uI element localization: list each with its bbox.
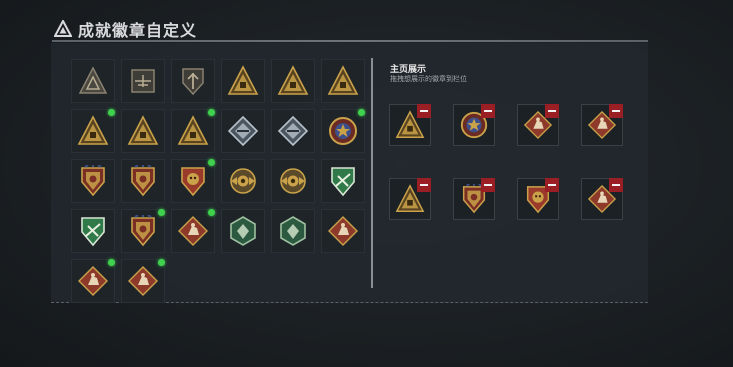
homepage-slot[interactable] — [453, 178, 495, 220]
new-indicator-dot — [208, 159, 215, 166]
arrow-shield-badge-icon — [177, 65, 209, 97]
minus-icon — [420, 110, 428, 112]
new-indicator-dot — [158, 209, 165, 216]
badge-cell[interactable] — [121, 209, 165, 253]
eagle-shield-badge-icon — [127, 215, 159, 247]
badge-cell[interactable] — [321, 109, 365, 153]
grenade-shield-badge-icon — [127, 165, 159, 197]
gun-hexagon-badge-icon — [227, 215, 259, 247]
badge-cell[interactable] — [71, 59, 115, 103]
page-title: 成就徽章自定义 — [78, 23, 198, 40]
hand-triangle-badge-icon — [277, 65, 309, 97]
badge-cell[interactable] — [171, 209, 215, 253]
badge-cell[interactable] — [271, 59, 315, 103]
squad-triangle-badge-icon — [127, 115, 159, 147]
skull-shield-badge-icon — [177, 165, 209, 197]
homepage-slot[interactable] — [581, 178, 623, 220]
new-indicator-dot — [108, 109, 115, 116]
badge-cell[interactable] — [171, 59, 215, 103]
badge-cell[interactable] — [271, 159, 315, 203]
rifle-diamond-badge-icon — [277, 115, 309, 147]
warning-triangle-icon — [54, 20, 72, 38]
new-indicator-dot — [158, 259, 165, 266]
homepage-slot[interactable] — [517, 104, 559, 146]
minus-icon — [484, 110, 492, 112]
badge-cell[interactable] — [221, 59, 265, 103]
badge-cell[interactable] — [121, 59, 165, 103]
runner-diamond-badge-icon — [177, 215, 209, 247]
title-bar: 成就徽章自定义 — [54, 18, 197, 40]
badge-cell[interactable] — [121, 159, 165, 203]
badge-cell[interactable] — [321, 59, 365, 103]
badge-cell[interactable] — [271, 209, 315, 253]
remove-badge-button[interactable] — [609, 178, 623, 192]
badge-cell[interactable] — [221, 209, 265, 253]
panel-divider — [371, 58, 373, 288]
eye-globe-badge-icon — [277, 165, 309, 197]
helicopter-badge-icon — [127, 65, 159, 97]
badge-cell[interactable] — [321, 159, 365, 203]
homepage-slot[interactable] — [453, 104, 495, 146]
remove-badge-button[interactable] — [417, 104, 431, 118]
badge-cell[interactable] — [171, 109, 215, 153]
homepage-slot[interactable] — [389, 104, 431, 146]
remove-badge-button[interactable] — [481, 104, 495, 118]
homepage-slot[interactable] — [389, 178, 431, 220]
cross-shield-badge-icon — [77, 215, 109, 247]
badge-cell[interactable] — [121, 109, 165, 153]
new-indicator-dot — [208, 209, 215, 216]
dog-diamond-badge-icon — [77, 265, 109, 297]
remove-badge-button[interactable] — [545, 178, 559, 192]
wings-globe-badge-icon — [227, 165, 259, 197]
beast-diamond-badge-icon — [327, 215, 359, 247]
new-indicator-dot — [358, 109, 365, 116]
badge-cell[interactable] — [71, 109, 115, 153]
homepage-subtitle: 拖拽想展示的徽章到栏位 — [390, 76, 467, 83]
badge-cell[interactable] — [71, 209, 115, 253]
minus-icon — [548, 110, 556, 112]
remove-badge-button[interactable] — [481, 178, 495, 192]
badge-cell[interactable] — [221, 109, 265, 153]
new-indicator-dot — [108, 259, 115, 266]
remove-badge-button[interactable] — [609, 104, 623, 118]
crouch-diamond-badge-icon — [127, 265, 159, 297]
homepage-slot[interactable] — [581, 104, 623, 146]
new-indicator-dot — [208, 109, 215, 116]
minus-icon — [612, 184, 620, 186]
minus-icon — [420, 184, 428, 186]
remove-badge-button[interactable] — [545, 104, 559, 118]
badge-cell[interactable] — [71, 259, 115, 303]
triangle-eye-badge-icon — [77, 65, 109, 97]
badge-cell[interactable] — [71, 159, 115, 203]
title-underline — [52, 40, 648, 42]
minus-icon — [484, 184, 492, 186]
homepage-slot[interactable] — [517, 178, 559, 220]
badge-cell[interactable] — [271, 109, 315, 153]
badge-collection-grid — [71, 59, 365, 303]
crate-triangle-badge-icon — [77, 115, 109, 147]
badge-cell[interactable] — [121, 259, 165, 303]
silver-diamond-badge-icon — [227, 115, 259, 147]
minus-icon — [548, 184, 556, 186]
badge-cell[interactable] — [221, 159, 265, 203]
minus-icon — [612, 110, 620, 112]
wings-shield-badge-icon — [77, 165, 109, 197]
star-medal-badge-icon — [327, 115, 359, 147]
soldier-hexagon-badge-icon — [277, 215, 309, 247]
remove-badge-button[interactable] — [417, 178, 431, 192]
vehicle-triangle-badge-icon — [227, 65, 259, 97]
soldiers-triangle-badge-icon — [177, 115, 209, 147]
feather-shield-badge-icon — [327, 165, 359, 197]
badge-cell[interactable] — [171, 159, 215, 203]
number-one-triangle-badge-icon — [327, 65, 359, 97]
badge-cell[interactable] — [321, 209, 365, 253]
